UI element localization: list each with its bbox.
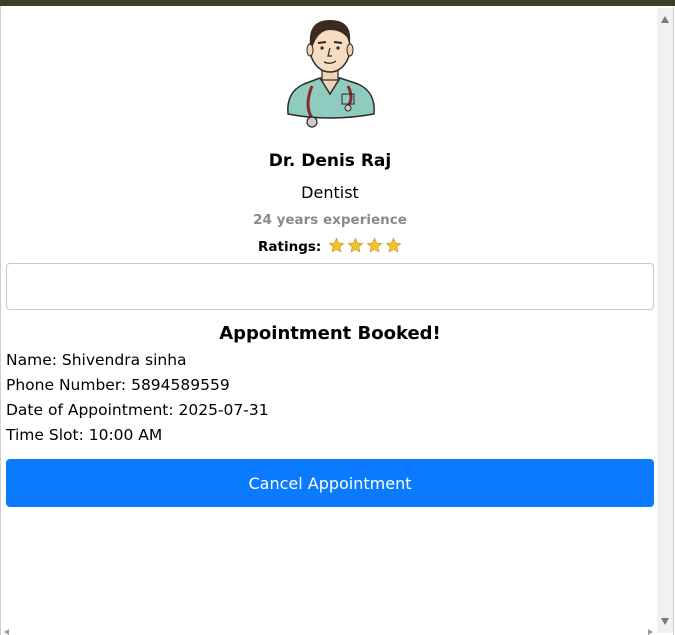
ratings-label: Ratings: <box>258 239 322 255</box>
star-icon <box>347 237 364 253</box>
appointment-time-slot: Time Slot: 10:00 AM <box>6 426 163 444</box>
doctor-avatar-icon <box>287 20 375 128</box>
appointment-input[interactable] <box>6 263 654 310</box>
vertical-scrollbar[interactable] <box>657 8 673 633</box>
patient-name: Name: Shivendra sinha <box>6 351 187 369</box>
patient-phone: Phone Number: 5894589559 <box>6 376 230 394</box>
star-icon <box>385 237 402 253</box>
cancel-appointment-button[interactable]: Cancel Appointment <box>6 459 654 507</box>
doctor-specialty: Dentist <box>301 183 359 202</box>
doctor-name: Dr. Denis Raj <box>268 151 392 171</box>
appointment-booked-title: Appointment Booked! <box>219 323 441 344</box>
scroll-up-icon[interactable] <box>661 16 669 23</box>
scroll-left-icon[interactable] <box>4 629 9 635</box>
appointment-date: Date of Appointment: 2025-07-31 <box>6 401 269 419</box>
star-icon <box>366 237 383 253</box>
scroll-right-icon[interactable] <box>648 629 653 635</box>
ratings-row: Ratings: <box>0 237 660 255</box>
rating-stars <box>326 237 402 255</box>
star-icon <box>328 237 345 253</box>
scroll-down-icon[interactable] <box>661 618 669 625</box>
doctor-experience: 24 years experience <box>253 212 407 228</box>
